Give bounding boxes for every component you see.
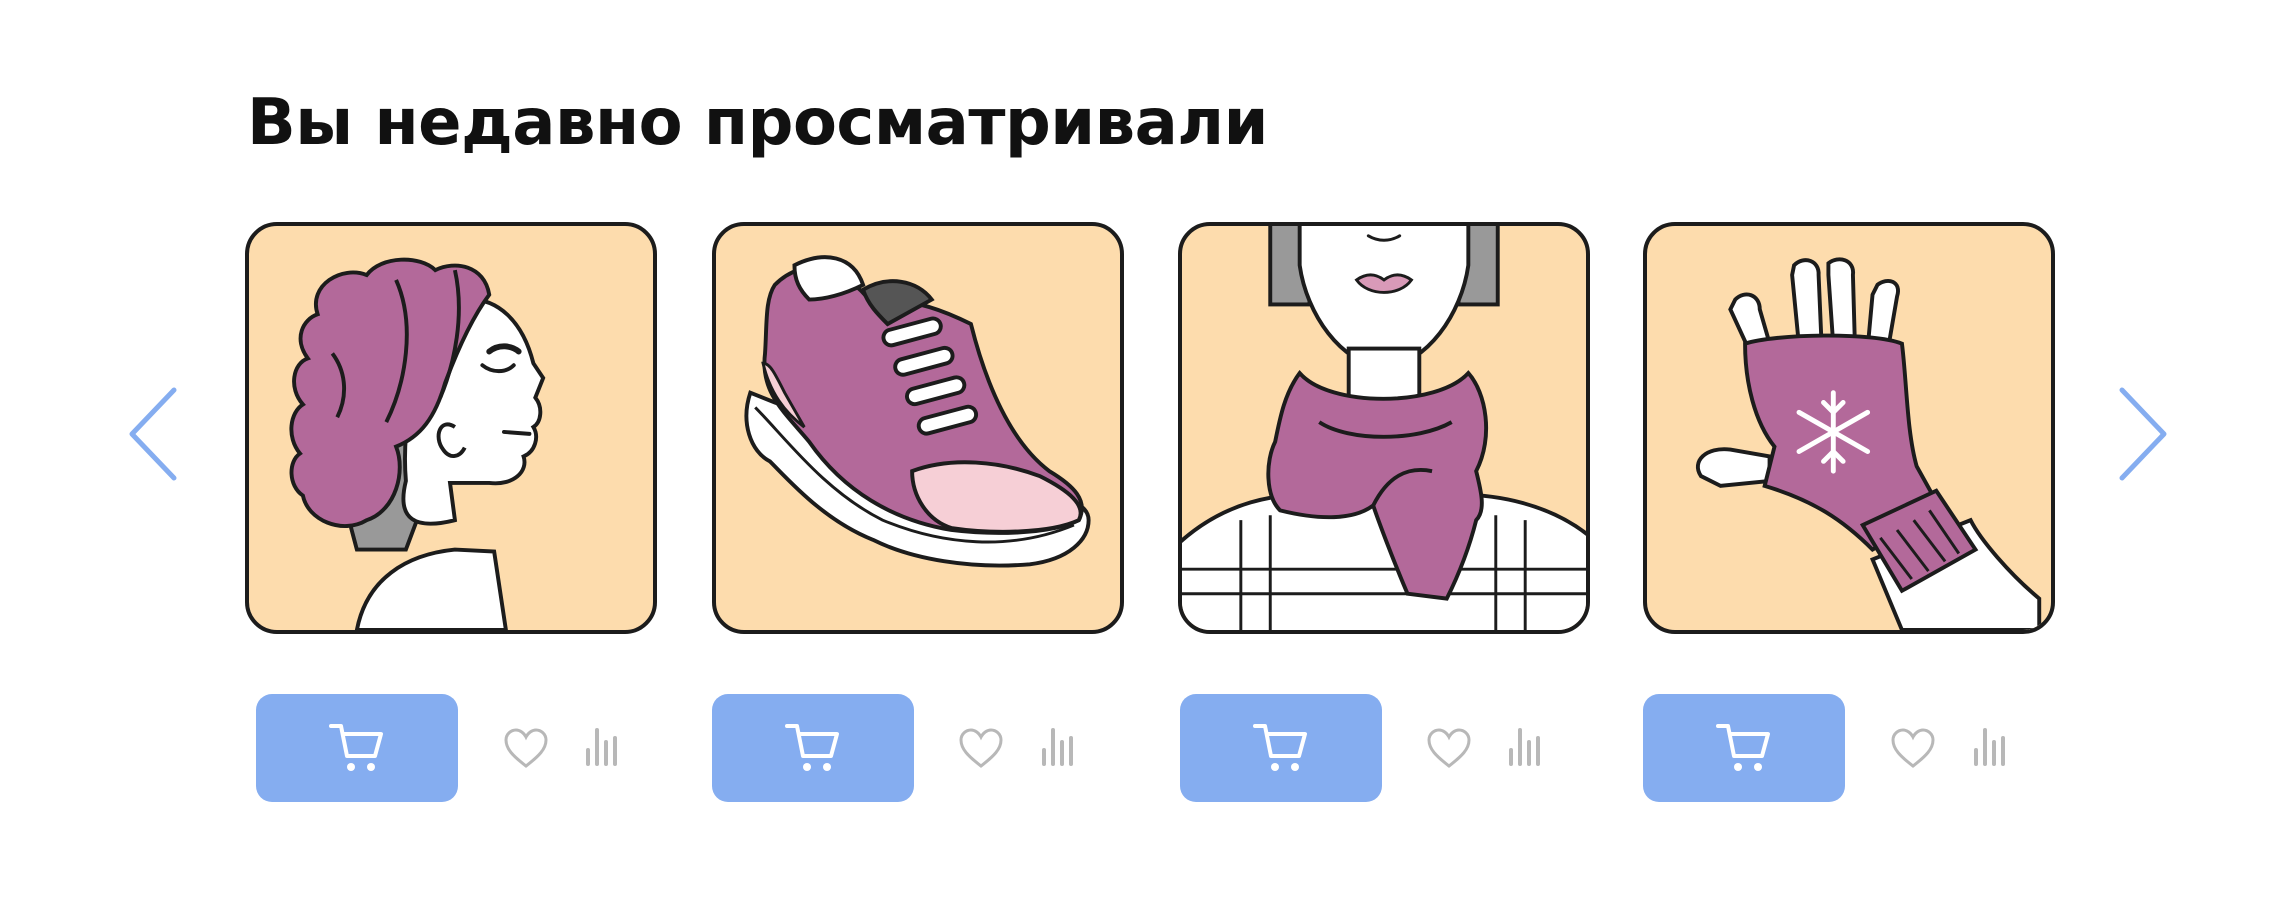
product-card-1[interactable] [245,222,657,634]
heart-icon [504,728,548,768]
favorite-button[interactable] [958,728,1004,770]
product-card-4[interactable] [1643,222,2055,634]
product-card-3[interactable] [1178,222,1590,634]
cart-icon [785,724,839,771]
heart-icon [1891,728,1935,768]
compare-icon [586,728,617,766]
add-to-cart-button[interactable] [1643,694,1845,802]
compare-button[interactable] [1972,726,2008,766]
cart-icon [1716,724,1770,771]
compare-icon [1509,728,1540,766]
cart-icon [329,724,383,771]
compare-icon [1042,728,1073,766]
compare-button[interactable] [1040,726,1076,766]
chevron-left-icon [129,387,177,481]
carousel-next-button[interactable] [2112,384,2172,484]
add-to-cart-button[interactable] [256,694,458,802]
cart-icon [1253,724,1307,771]
heart-icon [1427,728,1471,768]
sneaker-illustration [744,255,1091,568]
add-to-cart-button[interactable] [712,694,914,802]
chevron-right-icon [2119,387,2167,481]
carousel-prev-button[interactable] [124,384,184,484]
hair-wrap-illustration [289,257,546,630]
favorite-button[interactable] [503,728,549,770]
heart-icon [959,728,1003,768]
fingerless-glove-illustration [1695,257,2042,630]
favorite-button[interactable] [1890,728,1936,770]
compare-icon [1974,728,2005,766]
add-to-cart-button[interactable] [1180,694,1382,802]
scarf-illustration [1182,226,1586,630]
section-title: Вы недавно просматривали [247,86,1269,160]
compare-button[interactable] [584,726,620,766]
product-card-2[interactable] [712,222,1124,634]
compare-button[interactable] [1507,726,1543,766]
favorite-button[interactable] [1426,728,1472,770]
